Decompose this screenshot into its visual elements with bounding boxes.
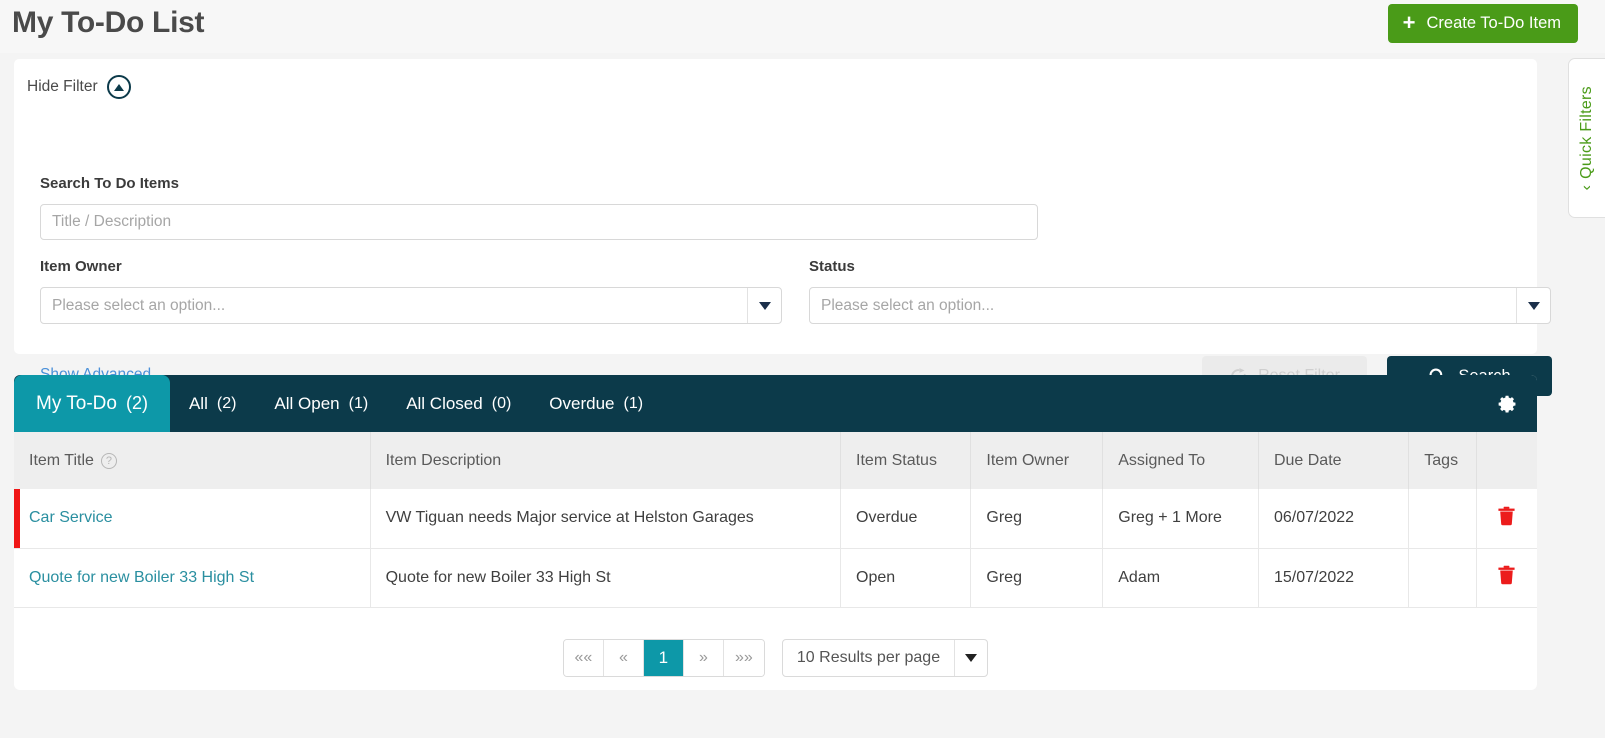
- cell-item-owner: Greg: [970, 489, 1104, 549]
- cell-item-status: Open: [840, 548, 972, 608]
- search-input[interactable]: [40, 204, 1038, 240]
- item-title-link[interactable]: Car Service: [29, 509, 113, 526]
- page-header: My To-Do List + Create To-Do Item: [0, 0, 1605, 53]
- tab-label: Overdue: [549, 393, 615, 413]
- tab-count: (2): [216, 394, 237, 412]
- cell-actions: [1476, 489, 1537, 549]
- table-row: Quote for new Boiler 33 High St Quote fo…: [14, 548, 1537, 608]
- page-title: My To-Do List: [12, 6, 205, 39]
- pagination-last-button[interactable]: »»: [723, 640, 764, 676]
- trash-icon[interactable]: [1497, 505, 1516, 527]
- chevron-down-icon[interactable]: [747, 288, 781, 323]
- column-header-actions: [1476, 432, 1537, 489]
- tab-bar: My To-Do (2) All (2) All Open (1) All Cl…: [14, 375, 1537, 432]
- results-panel: My To-Do (2) All (2) All Open (1) All Cl…: [14, 375, 1537, 690]
- tab-all[interactable]: All (2): [170, 375, 255, 432]
- trash-icon[interactable]: [1497, 564, 1516, 586]
- table-row: Car Service VW Tiguan needs Major servic…: [14, 489, 1537, 549]
- cell-tags: [1408, 489, 1477, 549]
- create-todo-item-label: Create To-Do Item: [1426, 14, 1562, 32]
- chevron-down-icon[interactable]: [954, 640, 987, 676]
- cell-item-status: Overdue: [840, 489, 972, 549]
- tab-overdue[interactable]: Overdue (1): [530, 375, 662, 432]
- tab-my-todo[interactable]: My To-Do (2): [14, 375, 170, 432]
- pagination-controls: «« « 1 » »»: [562, 639, 765, 677]
- cell-due-date: 15/07/2022: [1258, 548, 1410, 608]
- tab-label: All Closed: [406, 393, 483, 413]
- item-title-link[interactable]: Quote for new Boiler 33 High St: [29, 569, 254, 586]
- chevron-down-icon[interactable]: [1516, 288, 1550, 323]
- column-header-item-status[interactable]: Item Status: [840, 432, 972, 489]
- plus-icon: +: [1402, 9, 1416, 35]
- item-owner-label: Item Owner: [40, 258, 122, 275]
- tab-all-open[interactable]: All Open (1): [255, 375, 387, 432]
- results-per-page-value: 10 Results per page: [796, 649, 941, 666]
- status-select[interactable]: Please select an option...: [809, 287, 1551, 324]
- cell-item-owner: Greg: [970, 548, 1104, 608]
- hide-filter-label: Hide Filter: [27, 78, 98, 95]
- column-header-tags[interactable]: Tags: [1408, 432, 1477, 489]
- item-owner-select[interactable]: Please select an option...: [40, 287, 782, 324]
- cell-assigned-to: Adam: [1102, 548, 1259, 608]
- tab-all-closed[interactable]: All Closed (0): [387, 375, 530, 432]
- search-field-label: Search To Do Items: [40, 175, 179, 192]
- chevron-up-icon[interactable]: [106, 75, 131, 99]
- quick-filters-label: Quick Filters: [1578, 85, 1595, 179]
- create-todo-item-button[interactable]: + Create To-Do Item: [1387, 4, 1578, 43]
- tab-label: All: [188, 393, 208, 413]
- tab-count: (2): [125, 393, 148, 413]
- column-header-assigned-to[interactable]: Assigned To: [1102, 432, 1259, 489]
- cell-item-title: Quote for new Boiler 33 High St: [14, 548, 371, 608]
- pagination-next-button[interactable]: »: [683, 640, 724, 676]
- cell-assigned-to: Greg + 1 More: [1102, 489, 1259, 549]
- cell-actions: [1476, 548, 1537, 608]
- item-owner-selected-value: Please select an option...: [52, 296, 226, 314]
- chevron-left-icon: ‹: [1578, 184, 1595, 191]
- column-header-item-title[interactable]: Item Title?: [14, 432, 371, 489]
- cell-item-title: Car Service: [14, 489, 371, 549]
- cell-item-description: VW Tiguan needs Major service at Helston…: [370, 489, 842, 549]
- pagination-first-button[interactable]: ««: [563, 640, 604, 676]
- tab-count: (0): [491, 394, 512, 412]
- quick-filters-tab[interactable]: Quick Filters ‹: [1568, 58, 1605, 218]
- cell-due-date: 06/07/2022: [1258, 489, 1410, 549]
- todo-items-table: Item Title? Item Description Item Status…: [14, 432, 1537, 608]
- column-header-item-owner[interactable]: Item Owner: [970, 432, 1104, 489]
- results-per-page-select[interactable]: 10 Results per page: [781, 639, 989, 677]
- column-header-due-date[interactable]: Due Date: [1258, 432, 1410, 489]
- table-header-row: Item Title? Item Description Item Status…: [14, 432, 1537, 489]
- tab-label: All Open: [274, 393, 340, 413]
- tab-count: (1): [623, 394, 644, 412]
- status-selected-value: Please select an option...: [821, 296, 995, 314]
- help-icon[interactable]: ?: [100, 452, 117, 469]
- filter-panel: Hide Filter Search To Do Items Item Owne…: [14, 59, 1552, 396]
- tab-count: (1): [348, 394, 369, 412]
- column-label: Item Title: [29, 451, 94, 469]
- cell-tags: [1408, 548, 1477, 608]
- cell-item-description: Quote for new Boiler 33 High St: [370, 548, 842, 608]
- status-label: Status: [809, 258, 855, 275]
- pagination-bar: «« « 1 » »» 10 Results per page: [14, 637, 1537, 679]
- pagination-page-1-button[interactable]: 1: [643, 640, 684, 676]
- tab-label: My To-Do: [36, 392, 117, 414]
- todo-list-page: My To-Do List + Create To-Do Item Hide F…: [0, 0, 1605, 738]
- column-header-item-description[interactable]: Item Description: [370, 432, 842, 489]
- overdue-indicator: [14, 489, 20, 548]
- hide-filter-toggle[interactable]: Hide Filter: [27, 75, 131, 99]
- pagination-prev-button[interactable]: «: [603, 640, 644, 676]
- gear-icon[interactable]: [1494, 391, 1519, 416]
